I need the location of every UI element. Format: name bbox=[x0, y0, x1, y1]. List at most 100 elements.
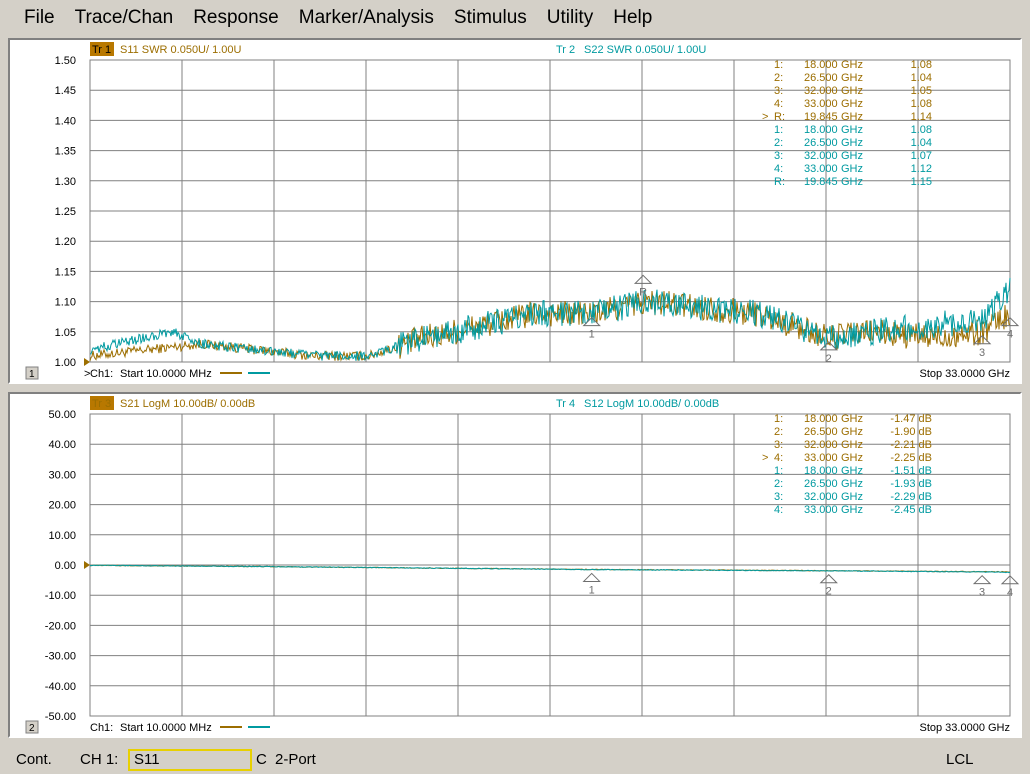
marker-table-value: 1.04 bbox=[911, 72, 932, 84]
y-tick-label: 1.05 bbox=[55, 327, 76, 339]
menu-utility[interactable]: Utility bbox=[537, 0, 603, 36]
reference-marker bbox=[84, 358, 90, 366]
marker-number: 1 bbox=[589, 329, 595, 341]
marker-table-unit: GHz bbox=[841, 137, 863, 149]
marker-table-value: -1.47 dB bbox=[890, 413, 932, 425]
marker-table-unit: GHz bbox=[841, 413, 863, 425]
y-tick-label: 1.10 bbox=[55, 297, 76, 309]
marker-table-freq: 32.000 bbox=[804, 85, 838, 97]
trace-a-label: S11 SWR 0.050U/ 1.00U bbox=[120, 44, 242, 56]
logm-chart[interactable]: 50.00 40.00 30.00 20.00 10.00 0.00 -10.00 -20.0… bbox=[10, 394, 1020, 736]
marker-table-value: 1.05 bbox=[911, 85, 932, 97]
marker-table-value: 1.14 bbox=[911, 111, 932, 123]
menu-trace-chan[interactable]: Trace/Chan bbox=[65, 0, 184, 36]
y-tick-label: -50.00 bbox=[45, 711, 76, 723]
start-frequency: Start 10.0000 MHz bbox=[120, 722, 212, 734]
menu-stimulus[interactable]: Stimulus bbox=[444, 0, 537, 36]
marker-table-unit: GHz bbox=[841, 452, 863, 464]
marker-table-freq: 33.000 bbox=[804, 163, 838, 175]
marker-table-value: 1.07 bbox=[911, 150, 932, 162]
active-parameter: S11 bbox=[134, 751, 160, 768]
marker-table-num: R: bbox=[774, 176, 785, 188]
trace-a-label: S21 LogM 10.00dB/ 0.00dB bbox=[120, 398, 255, 410]
marker-table-freq: 32.000 bbox=[804, 491, 838, 503]
trace-b-tag: Tr 4 bbox=[556, 398, 575, 410]
channel-name: Ch1: bbox=[90, 722, 113, 734]
marker-table-freq: 19.845 bbox=[804, 176, 838, 188]
window-2[interactable]: 50.00 40.00 30.00 20.00 10.00 0.00 -10.00 -20.0… bbox=[8, 392, 1022, 738]
marker-table-freq: 26.500 bbox=[804, 72, 838, 84]
marker-number: R bbox=[639, 286, 647, 298]
trace-a-tag: Tr 1 bbox=[92, 44, 111, 56]
marker-number: 1 bbox=[589, 584, 595, 596]
marker-table-freq: 33.000 bbox=[804, 452, 838, 464]
swr-chart[interactable]: 1.50 1.45 1.40 1.35 1.30 1.25 1.20 1.15 1.10 1.05… bbox=[10, 40, 1020, 382]
marker-number: 2 bbox=[826, 586, 832, 598]
marker-table-value: -1.51 dB bbox=[890, 465, 932, 477]
window-number: 1 bbox=[29, 369, 35, 380]
y-tick-label: 30.00 bbox=[48, 469, 76, 481]
y-tick-label: 1.15 bbox=[55, 266, 76, 278]
active-marker-arrow: > bbox=[762, 111, 768, 123]
marker-table-freq: 18.000 bbox=[804, 465, 838, 477]
window-number: 2 bbox=[29, 723, 35, 734]
marker-table-value: -1.93 dB bbox=[890, 478, 932, 490]
menu-response[interactable]: Response bbox=[183, 0, 289, 36]
marker-table-num: 1: bbox=[774, 124, 783, 136]
status-bar: Cont. CH 1: S11 C 2-Port LCL bbox=[0, 744, 1030, 774]
marker-table-value: 1.15 bbox=[911, 176, 932, 188]
marker-number: 4 bbox=[1007, 329, 1013, 341]
marker-table-value: -2.45 dB bbox=[890, 504, 932, 516]
marker-table-unit: GHz bbox=[841, 163, 863, 175]
marker-table-freq: 26.500 bbox=[804, 426, 838, 438]
marker-table-num: 1: bbox=[774, 413, 783, 425]
marker-table-num: 3: bbox=[774, 85, 783, 97]
marker-table-value: 1.08 bbox=[911, 124, 932, 136]
marker-number: 2 bbox=[826, 353, 832, 365]
marker-number: 3 bbox=[979, 587, 985, 599]
y-tick-label: 0.00 bbox=[55, 560, 76, 572]
marker-table-unit: GHz bbox=[841, 150, 863, 162]
marker-table-freq: 26.500 bbox=[804, 137, 838, 149]
marker-table-value: -1.90 dB bbox=[890, 426, 932, 438]
marker-table-unit: GHz bbox=[841, 72, 863, 84]
marker-table-freq: 18.000 bbox=[804, 124, 838, 136]
port-config: 2-Port bbox=[275, 751, 316, 768]
marker-table-num: 2: bbox=[774, 72, 783, 84]
marker-table-unit: GHz bbox=[841, 465, 863, 477]
marker-table-num: 3: bbox=[774, 150, 783, 162]
trace-b-label: S22 SWR 0.050U/ 1.00U bbox=[584, 44, 706, 56]
active-parameter-box[interactable]: S11 bbox=[128, 749, 252, 771]
menu-help[interactable]: Help bbox=[603, 0, 662, 36]
y-tick-label: -10.00 bbox=[45, 590, 76, 602]
marker-table-unit: GHz bbox=[841, 111, 863, 123]
menu-marker-analysis[interactable]: Marker/Analysis bbox=[289, 0, 444, 36]
marker-table-value: -2.29 dB bbox=[890, 491, 932, 503]
channel-label: CH 1: bbox=[80, 751, 119, 768]
marker-number: 3 bbox=[979, 347, 985, 359]
y-tick-label: 10.00 bbox=[48, 530, 76, 542]
y-tick-label: 1.50 bbox=[55, 55, 76, 67]
y-tick-label: 20.00 bbox=[48, 500, 76, 512]
lcl-indicator: LCL bbox=[946, 751, 974, 768]
marker-table-unit: GHz bbox=[841, 59, 863, 71]
marker-table-value: 1.12 bbox=[911, 163, 932, 175]
marker-table-unit: GHz bbox=[841, 426, 863, 438]
y-tick-label: 1.40 bbox=[55, 115, 76, 127]
marker-table-value: 1.08 bbox=[911, 59, 932, 71]
trace-b-tag: Tr 2 bbox=[556, 44, 575, 56]
marker-table-freq: 32.000 bbox=[804, 150, 838, 162]
window-1[interactable]: 1.50 1.45 1.40 1.35 1.30 1.25 1.20 1.15 1.10 1.05… bbox=[8, 38, 1022, 384]
menu-bar: File Trace/Chan Response Marker/Analysis… bbox=[0, 0, 1030, 36]
menu-file[interactable]: File bbox=[0, 0, 65, 36]
marker-table-unit: GHz bbox=[841, 98, 863, 110]
marker-table-value: 1.04 bbox=[911, 137, 932, 149]
marker-table-num: R: bbox=[774, 111, 785, 123]
y-tick-label: 1.20 bbox=[55, 236, 76, 248]
y-tick-label: 1.00 bbox=[55, 357, 76, 369]
channel-name: Ch1: bbox=[90, 368, 113, 380]
y-tick-label: -40.00 bbox=[45, 681, 76, 693]
sweep-mode[interactable]: Cont. bbox=[16, 751, 52, 768]
marker-table-num: 4: bbox=[774, 504, 783, 516]
marker-table-unit: GHz bbox=[841, 124, 863, 136]
